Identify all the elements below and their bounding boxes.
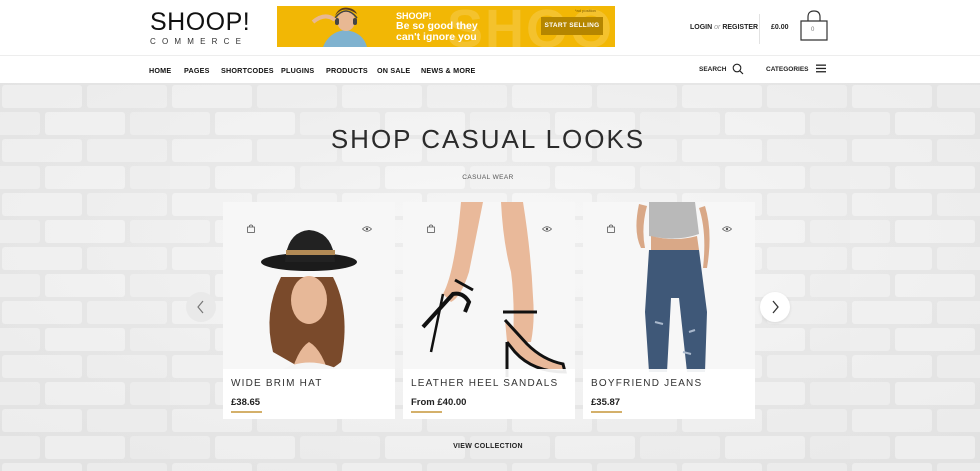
product-card[interactable]: WIDE BRIM HAT £38.65 bbox=[223, 202, 395, 419]
product-card[interactable]: LEATHER HEEL SANDALS From £40.00 bbox=[403, 202, 575, 419]
product-price: £38.65 bbox=[231, 397, 261, 408]
logo-main-text: SHOOP! bbox=[150, 8, 251, 36]
search-icon[interactable] bbox=[732, 63, 744, 75]
cart-count: 0 bbox=[811, 27, 815, 33]
price-underline bbox=[411, 411, 442, 413]
product-info: BOYFRIEND JEANS £35.87 bbox=[583, 369, 755, 419]
product-name[interactable]: BOYFRIEND JEANS bbox=[591, 378, 702, 389]
register-link[interactable]: REGISTER bbox=[722, 24, 758, 31]
product-info: WIDE BRIM HAT £38.65 bbox=[223, 369, 395, 419]
cart-bag-icon[interactable] bbox=[798, 10, 830, 42]
nav-item-news-more[interactable]: NEWS & MORE bbox=[421, 66, 476, 75]
logo[interactable]: SHOOP! COMMERCE bbox=[150, 8, 250, 46]
top-header: SHOOP! COMMERCE SHOOP! SHOOP! Be so good… bbox=[0, 0, 980, 55]
nav-item-shortcodes[interactable]: SHORTCODES bbox=[221, 66, 274, 75]
hero-section: SHOP CASUAL LOOKS CASUAL WEAR WIDE BRIM … bbox=[0, 83, 980, 471]
nav-item-pages[interactable]: PAGES bbox=[184, 66, 210, 75]
product-price: £35.87 bbox=[591, 397, 621, 408]
login-register: LOGIN or REGISTER bbox=[690, 24, 758, 31]
price-underline bbox=[591, 411, 622, 413]
bag-icon[interactable] bbox=[607, 224, 615, 233]
view-collection-link[interactable]: VIEW COLLECTION bbox=[0, 443, 976, 450]
product-name[interactable]: WIDE BRIM HAT bbox=[231, 378, 323, 389]
nav-item-products[interactable]: PRODUCTS bbox=[326, 66, 368, 75]
nav-item-on-sale[interactable]: ON SALE bbox=[377, 66, 410, 75]
cart-total[interactable]: £0.00 bbox=[771, 24, 789, 31]
price-underline bbox=[231, 411, 262, 413]
bag-icon[interactable] bbox=[247, 224, 255, 233]
banner-headline-2: can't ignore you bbox=[396, 31, 477, 43]
login-link[interactable]: LOGIN bbox=[690, 24, 712, 31]
login-separator: or bbox=[714, 24, 721, 31]
eye-icon[interactable] bbox=[542, 226, 552, 232]
carousel-prev-button[interactable] bbox=[186, 292, 216, 322]
eye-icon[interactable] bbox=[722, 226, 732, 232]
chevron-left-icon bbox=[197, 300, 204, 314]
promo-banner[interactable]: SHOOP! SHOOP! Be so good they can't igno… bbox=[277, 6, 615, 47]
nav-item-plugins[interactable]: PLUGINS bbox=[281, 66, 314, 75]
product-name[interactable]: LEATHER HEEL SANDALS bbox=[411, 378, 558, 389]
hero-title: SHOP CASUAL LOOKS bbox=[330, 124, 646, 154]
product-card[interactable]: BOYFRIEND JEANS £35.87 bbox=[583, 202, 755, 419]
main-nav: HOME PAGES SHORTCODES PLUGINS PRODUCTS O… bbox=[0, 55, 980, 83]
banner-person-image bbox=[305, 6, 385, 47]
banner-ad-note: *ad position bbox=[575, 8, 596, 13]
header-divider bbox=[759, 14, 760, 44]
categories-label[interactable]: CATEGORIES bbox=[766, 66, 809, 73]
product-price: From £40.00 bbox=[411, 397, 467, 408]
hero-subtitle: CASUAL WEAR bbox=[462, 174, 514, 181]
start-selling-button[interactable]: START SELLING bbox=[541, 17, 603, 35]
eye-icon[interactable] bbox=[362, 226, 372, 232]
search-label[interactable]: SEARCH bbox=[699, 66, 726, 73]
carousel-next-button[interactable] bbox=[760, 292, 790, 322]
menu-icon[interactable] bbox=[816, 64, 826, 73]
nav-item-home[interactable]: HOME bbox=[149, 66, 171, 75]
chevron-right-icon bbox=[772, 300, 779, 314]
logo-sub-text: COMMERCE bbox=[150, 37, 248, 46]
product-info: LEATHER HEEL SANDALS From £40.00 bbox=[403, 369, 575, 419]
bag-icon[interactable] bbox=[427, 224, 435, 233]
